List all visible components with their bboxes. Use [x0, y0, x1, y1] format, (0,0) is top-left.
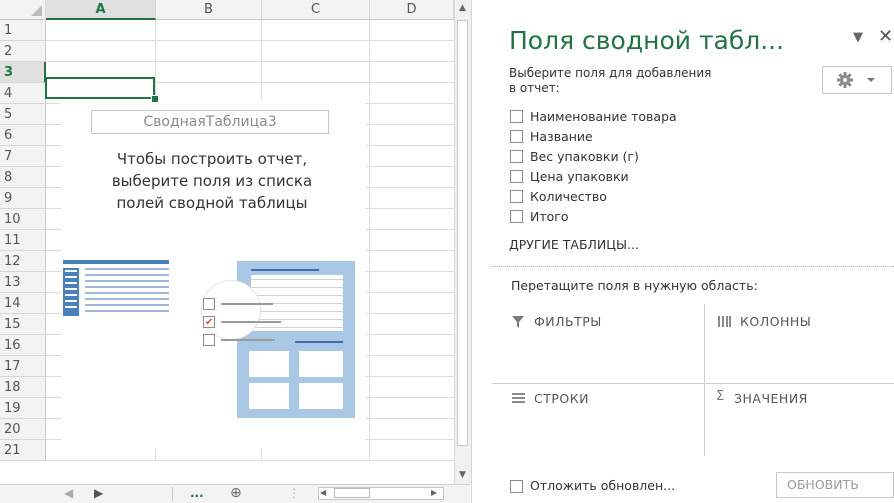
pivot-instructions: Чтобы построить отчет, выберите поля из …: [62, 148, 362, 214]
row-header-5[interactable]: 5: [0, 104, 46, 125]
row-header-14[interactable]: 14: [0, 293, 46, 314]
column-header-a[interactable]: A: [46, 0, 156, 20]
row-header-9[interactable]: 9: [0, 188, 46, 209]
field-label: Цена упаковки: [530, 169, 629, 184]
pane-divider: [492, 266, 894, 267]
column-header-c[interactable]: C: [262, 0, 370, 20]
field-checkbox[interactable]: [510, 170, 523, 183]
pivot-table-name: СводнаяТаблица3: [91, 110, 329, 134]
rows-area-label: СТРОКИ: [534, 391, 589, 406]
field-checkbox[interactable]: [510, 130, 523, 143]
row-header-15[interactable]: 15: [0, 314, 46, 335]
field-checkbox[interactable]: [510, 110, 523, 123]
field-item[interactable]: Количество: [510, 188, 607, 206]
filters-area-label: ФИЛЬТРЫ: [534, 314, 602, 329]
field-label: Наименование товара: [530, 109, 677, 124]
pivot-instruction-line: полей сводной таблицы: [116, 194, 308, 212]
table-list-icon: [63, 260, 169, 316]
pivot-instruction-line: Чтобы построить отчет,: [116, 150, 308, 168]
add-sheet-icon[interactable]: ⊕: [230, 484, 242, 503]
close-icon[interactable]: ✕: [878, 26, 893, 47]
row-header-20[interactable]: 20: [0, 419, 46, 440]
splitter-handle[interactable]: ⋮: [288, 484, 300, 503]
row-header-6[interactable]: 6: [0, 125, 46, 146]
field-item[interactable]: Итого: [510, 208, 569, 226]
field-checkbox[interactable]: [510, 190, 523, 203]
select-all-corner[interactable]: [0, 0, 46, 20]
pane-title: Поля сводной табл...: [509, 26, 785, 55]
choose-fields-line: в отчет:: [509, 81, 560, 95]
row-header-7[interactable]: 7: [0, 146, 46, 167]
row-header-16[interactable]: 16: [0, 335, 46, 356]
prev-sheet-icon[interactable]: ◀: [64, 484, 73, 503]
update-button[interactable]: ОБНОВИТЬ: [776, 472, 894, 498]
filter-icon: [512, 316, 524, 328]
row-header-12[interactable]: 12: [0, 251, 46, 272]
values-area-label: ЗНАЧЕНИЯ: [734, 391, 808, 406]
row-header-4[interactable]: 4: [0, 83, 46, 104]
scroll-down-icon[interactable]: ▼: [455, 470, 470, 480]
scroll-up-icon[interactable]: ▲: [455, 3, 470, 13]
columns-area-label: КОЛОННЫ: [740, 314, 812, 329]
more-sheets-button[interactable]: ...: [190, 484, 204, 503]
drag-fields-label: Перетащите поля в нужную область:: [511, 278, 758, 293]
scroll-left-icon[interactable]: ◀: [320, 488, 332, 498]
field-item[interactable]: Наименование товара: [510, 108, 677, 126]
field-label: Итого: [530, 209, 569, 224]
column-header-d[interactable]: D: [370, 0, 454, 20]
choose-fields-line: Выберите поля для добавления: [509, 66, 712, 80]
row-header-21[interactable]: 21: [0, 440, 46, 461]
field-checkbox[interactable]: [510, 150, 523, 163]
field-label: Название: [530, 129, 593, 144]
scroll-right-icon[interactable]: ▶: [431, 488, 443, 498]
tools-button[interactable]: [822, 66, 892, 94]
gear-icon: [837, 72, 875, 88]
row-header-8[interactable]: 8: [0, 167, 46, 188]
defer-update-checkbox[interactable]: [510, 480, 523, 493]
row-header-18[interactable]: 18: [0, 377, 46, 398]
divider: [172, 487, 173, 501]
next-sheet-icon[interactable]: ▶: [94, 484, 103, 503]
row-header-13[interactable]: 13: [0, 272, 46, 293]
row-header-10[interactable]: 10: [0, 209, 46, 230]
pivot-instruction-line: выберите поля из списка: [111, 172, 313, 190]
active-cell-a3[interactable]: [45, 77, 155, 99]
sigma-icon: Σ: [716, 389, 725, 404]
pane-options-icon[interactable]: ▼: [853, 30, 863, 45]
field-label: Вес упаковки (г): [530, 149, 639, 164]
rows-icon: [512, 393, 525, 403]
column-header-b[interactable]: B: [156, 0, 262, 20]
field-label: Количество: [530, 189, 607, 204]
defer-update-label: Отложить обновлен...: [530, 478, 676, 493]
hscroll-thumb[interactable]: [334, 488, 370, 498]
more-tables-link[interactable]: ДРУГИЕ ТАБЛИЦЫ...: [509, 237, 639, 252]
field-checkbox[interactable]: [510, 210, 523, 223]
columns-icon: [718, 316, 731, 327]
field-item[interactable]: Цена упаковки: [510, 168, 629, 186]
row-header-17[interactable]: 17: [0, 356, 46, 377]
row-header-3[interactable]: 3: [0, 62, 46, 83]
scrollbar-thumb[interactable]: [457, 20, 468, 446]
fill-handle[interactable]: [151, 95, 159, 103]
grid-line: [369, 20, 370, 461]
row-header-11[interactable]: 11: [0, 230, 46, 251]
choose-fields-label: Выберите поля для добавления в отчет:: [509, 66, 809, 96]
field-item[interactable]: Название: [510, 128, 593, 146]
row-header-19[interactable]: 19: [0, 398, 46, 419]
field-item[interactable]: Вес упаковки (г): [510, 148, 639, 166]
checklist-lines: ✔: [203, 298, 283, 353]
row-header-1[interactable]: 1: [0, 20, 46, 41]
row-header-2[interactable]: 2: [0, 41, 46, 62]
